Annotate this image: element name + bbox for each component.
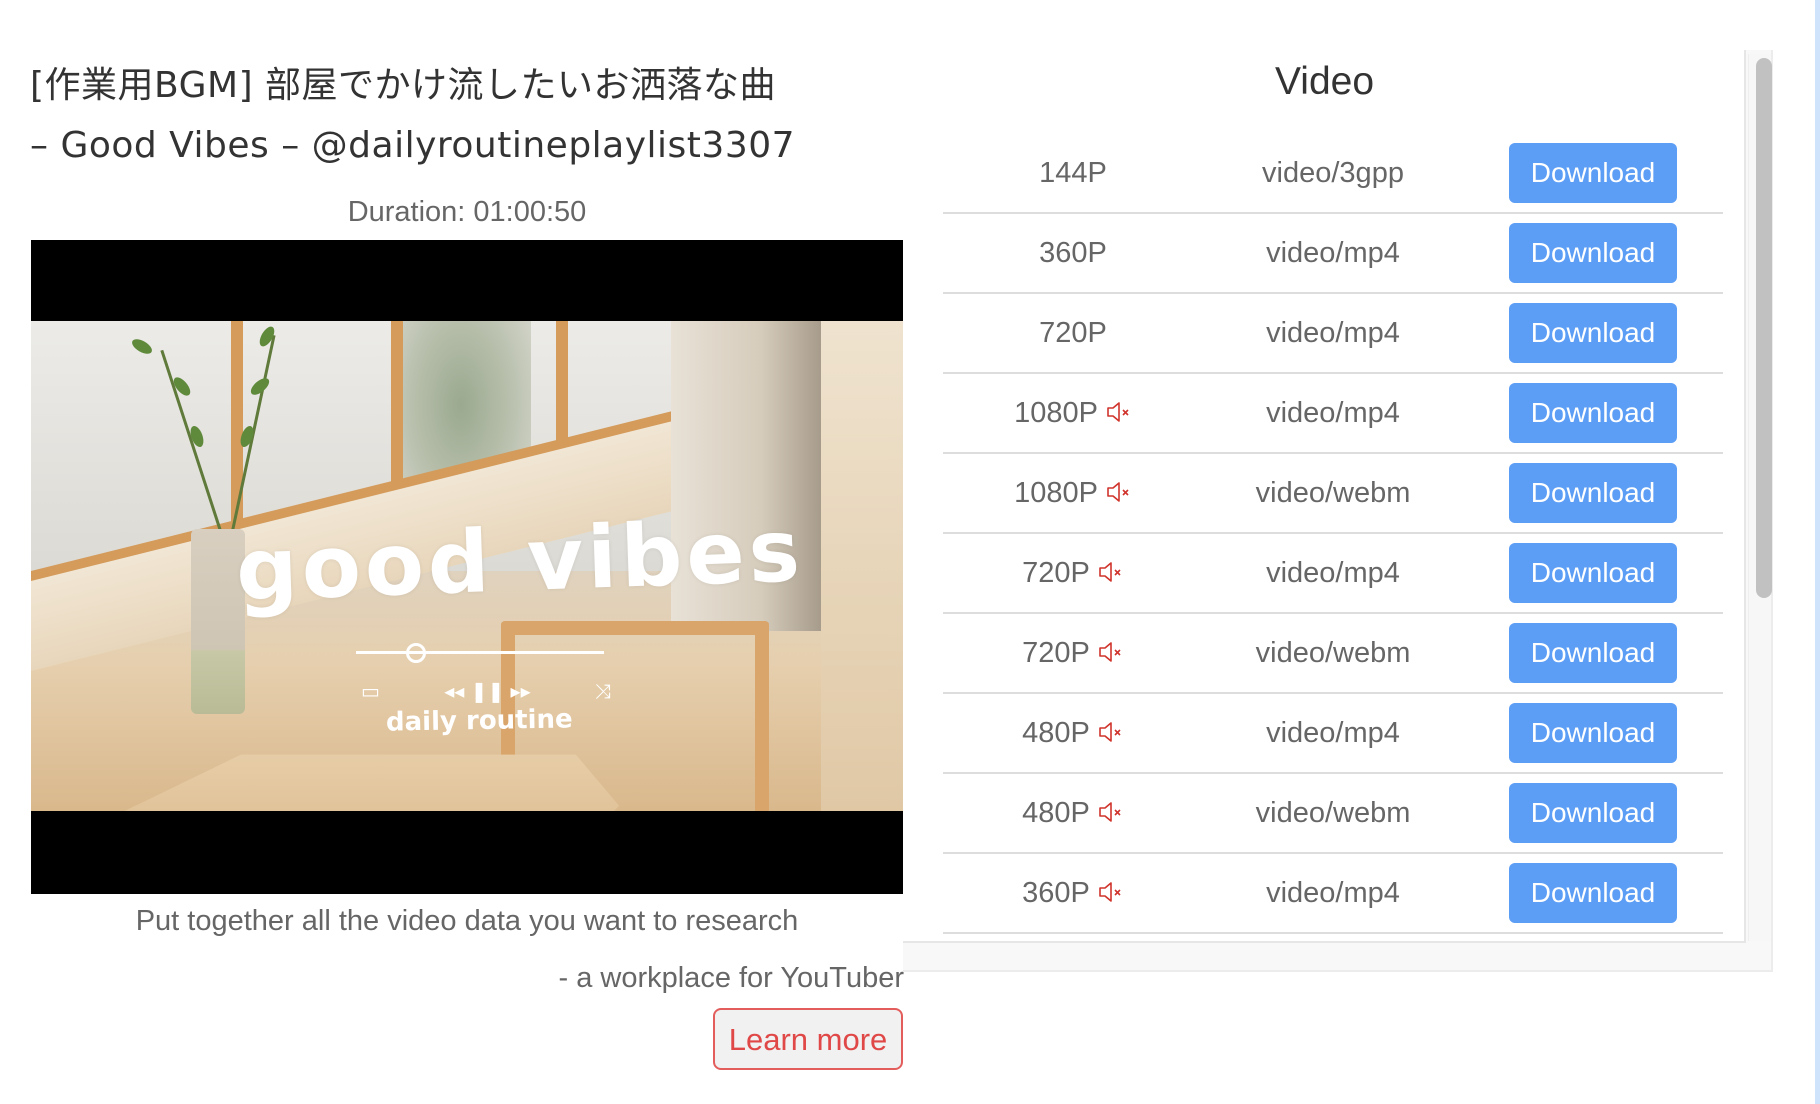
resolution-cell: 720P bbox=[943, 614, 1203, 692]
thumbnail-controls: ▭ ◂◂ ❚❚ ▸▸ ⤨ bbox=[361, 679, 611, 703]
format-cell: video/webm bbox=[1255, 477, 1411, 509]
resolution-label: 720P bbox=[1022, 637, 1090, 669]
muted-speaker-icon bbox=[1099, 642, 1121, 663]
format-cell: video/3gpp bbox=[1262, 157, 1404, 189]
scrollbar-track[interactable] bbox=[1748, 54, 1772, 941]
download-button[interactable]: Download bbox=[1509, 223, 1677, 283]
muted-speaker-icon bbox=[1099, 722, 1121, 743]
thumbnail-progress-knob bbox=[406, 643, 426, 663]
video-downloads-panel: Video 144P video/3gpp Download 360P vide… bbox=[903, 50, 1773, 972]
video-title: [作業用BGM] 部屋でかけ流したいお洒落な曲 – Good Vibes – @… bbox=[30, 56, 904, 176]
download-button[interactable]: Download bbox=[1509, 863, 1677, 923]
muted-speaker-icon bbox=[1107, 482, 1129, 503]
resolution-label: 360P bbox=[1022, 877, 1090, 909]
resolution-label: 480P bbox=[1022, 797, 1090, 829]
resolution-label: 144P bbox=[1039, 157, 1107, 189]
muted-speaker-icon bbox=[1099, 562, 1121, 583]
download-button[interactable]: Download bbox=[1509, 463, 1677, 523]
download-button[interactable]: Download bbox=[1509, 543, 1677, 603]
format-cell: video/webm bbox=[1255, 797, 1411, 829]
table-row: 720P video/webm Download bbox=[943, 614, 1723, 694]
format-cell: video/mp4 bbox=[1266, 877, 1400, 909]
panel-heading: Video bbox=[1274, 60, 1375, 103]
window-edge bbox=[1815, 0, 1820, 1104]
thumbnail-headline: good vibes bbox=[234, 501, 806, 621]
download-button[interactable]: Download bbox=[1509, 383, 1677, 443]
thumbnail-subtitle: daily routine bbox=[385, 704, 573, 738]
promo-byline: - a workplace for YouTuber bbox=[558, 962, 904, 994]
video-title-line-2: – Good Vibes – @dailyroutineplaylist3307 bbox=[30, 125, 796, 166]
learn-more-button[interactable]: Learn more bbox=[713, 1008, 903, 1070]
format-cell: video/mp4 bbox=[1266, 717, 1400, 749]
shuffle-icon: ⤨ bbox=[594, 679, 611, 703]
video-info-column: [作業用BGM] 部屋でかけ流したいお洒落な曲 – Good Vibes – @… bbox=[30, 50, 904, 1070]
format-cell bbox=[1203, 934, 1463, 941]
resolution-cell: 1080P bbox=[943, 374, 1203, 452]
table-row: 720P video/mp4 Download bbox=[943, 294, 1723, 374]
resolution-label: 480P bbox=[1022, 717, 1090, 749]
video-thumbnail[interactable]: good vibes ▭ ◂◂ ❚❚ ▸▸ ⤨ daily routine bbox=[31, 240, 903, 894]
video-downloads-scroll-area[interactable]: Video 144P video/3gpp Download 360P vide… bbox=[903, 50, 1746, 943]
table-row: 1080P video/webm Download bbox=[943, 454, 1723, 534]
format-cell: video/webm bbox=[1255, 637, 1411, 669]
promo-tagline: Put together all the video data you want… bbox=[135, 905, 799, 937]
playback-icons: ◂◂ ❚❚ ▸▸ bbox=[444, 679, 531, 703]
resolution-cell: 480P bbox=[943, 774, 1203, 852]
resolution-label: 360P bbox=[1039, 237, 1107, 269]
download-button[interactable]: Download bbox=[1509, 703, 1677, 763]
table-row: Download bbox=[943, 934, 1723, 941]
table-row: 144P video/3gpp Download bbox=[943, 134, 1723, 214]
wall bbox=[821, 321, 903, 811]
resolution-label: 720P bbox=[1039, 317, 1107, 349]
resolution-cell: 360P bbox=[943, 854, 1203, 932]
muted-speaker-icon bbox=[1107, 402, 1129, 423]
repeat-icon: ▭ bbox=[361, 679, 380, 703]
resolution-cell: 1080P bbox=[943, 454, 1203, 532]
table-row: 480P video/mp4 Download bbox=[943, 694, 1723, 774]
resolution-label: 1080P bbox=[1014, 397, 1098, 429]
download-table: 144P video/3gpp Download 360P video/mp4 … bbox=[943, 134, 1723, 941]
format-cell: video/mp4 bbox=[1266, 557, 1400, 589]
download-button[interactable]: Download bbox=[1509, 623, 1677, 683]
resolution-label: 720P bbox=[1022, 557, 1090, 589]
resolution-cell: 360P bbox=[943, 214, 1203, 292]
resolution-label: 1080P bbox=[1014, 477, 1098, 509]
table-row: 720P video/mp4 Download bbox=[943, 534, 1723, 614]
resolution-cell: 720P bbox=[943, 534, 1203, 612]
table-row: 360P video/mp4 Download bbox=[943, 854, 1723, 934]
resolution-cell: 720P bbox=[943, 294, 1203, 372]
format-cell: video/mp4 bbox=[1266, 237, 1400, 269]
download-button[interactable]: Download bbox=[1509, 783, 1677, 843]
download-button[interactable]: Download bbox=[1509, 143, 1677, 203]
muted-speaker-icon bbox=[1099, 882, 1121, 903]
format-cell: video/mp4 bbox=[1266, 317, 1400, 349]
scrollbar-thumb[interactable] bbox=[1756, 58, 1772, 598]
resolution-cell: 480P bbox=[943, 694, 1203, 772]
table-row: 360P video/mp4 Download bbox=[943, 214, 1723, 294]
resolution-cell bbox=[943, 934, 1203, 941]
table-row: 480P video/webm Download bbox=[943, 774, 1723, 854]
muted-speaker-icon bbox=[1099, 802, 1121, 823]
thumbnail-progress-line bbox=[356, 651, 604, 654]
format-cell: video/mp4 bbox=[1266, 397, 1400, 429]
resolution-cell: 144P bbox=[943, 134, 1203, 212]
video-title-line-1: [作業用BGM] 部屋でかけ流したいお洒落な曲 bbox=[30, 65, 777, 106]
download-button[interactable]: Download bbox=[1509, 303, 1677, 363]
video-duration: Duration: 01:00:50 bbox=[347, 196, 587, 228]
thumbnail-image: good vibes ▭ ◂◂ ❚❚ ▸▸ ⤨ daily routine bbox=[31, 321, 903, 811]
table-row: 1080P video/mp4 Download bbox=[943, 374, 1723, 454]
